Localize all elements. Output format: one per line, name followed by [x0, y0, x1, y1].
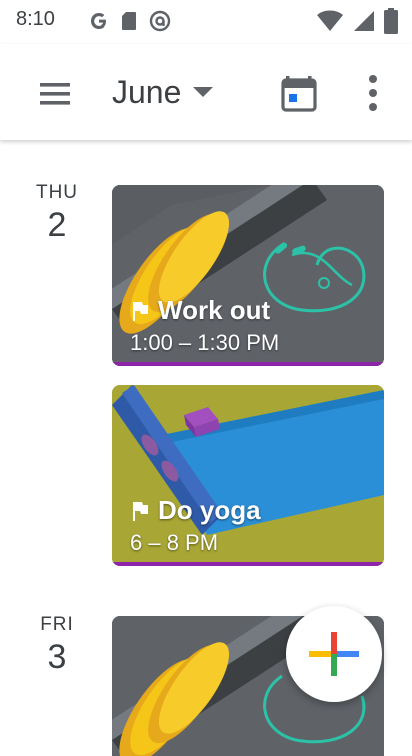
dropdown-arrow-icon: [193, 87, 214, 97]
status-bar: 8:10: [0, 0, 412, 44]
signal-icon: [354, 11, 374, 31]
event-title-row: Work out: [130, 295, 270, 326]
wifi-icon: [317, 10, 343, 31]
more-options-button[interactable]: [358, 70, 388, 116]
event-card-yoga[interactable]: Do yoga 6 – 8 PM: [112, 385, 384, 566]
flag-icon: [133, 301, 148, 321]
today-calendar-icon: [281, 76, 317, 112]
event-title-row: Do yoga: [130, 495, 261, 526]
battery-icon: [384, 8, 398, 34]
day-label-thu[interactable]: THU 2: [12, 182, 102, 245]
more-vert-icon: [369, 75, 377, 111]
event-title: Do yoga: [158, 495, 261, 525]
event-title: Work out: [158, 295, 271, 325]
create-event-fab[interactable]: [286, 606, 382, 702]
day-number: 2: [47, 206, 67, 244]
google-icon: [91, 13, 106, 29]
day-number: 3: [47, 638, 67, 676]
today-button[interactable]: [278, 72, 320, 114]
day-of-week: FRI: [40, 614, 74, 635]
circle-a-icon: [149, 10, 171, 32]
month-selector[interactable]: June: [112, 70, 215, 114]
menu-icon: [40, 83, 70, 105]
event-time: 6 – 8 PM: [130, 530, 219, 555]
flag-icon: [133, 501, 148, 521]
month-label: June: [112, 73, 182, 110]
status-icons-left: [88, 10, 172, 32]
menu-button[interactable]: [36, 74, 76, 114]
day-of-week: THU: [35, 182, 79, 203]
status-icons-right: [316, 8, 398, 34]
event-time: 1:00 – 1:30 PM: [130, 330, 280, 355]
event-card-workout[interactable]: Work out 1:00 – 1:30 PM: [112, 185, 384, 366]
event-color-bar: [112, 362, 384, 366]
add-plus-icon: [309, 632, 359, 676]
app-bar: June: [0, 44, 412, 140]
day-label-fri[interactable]: FRI 3: [12, 614, 102, 677]
sd-card-icon: [122, 12, 136, 30]
status-time: 8:10: [16, 8, 55, 30]
event-color-bar: [112, 562, 384, 566]
